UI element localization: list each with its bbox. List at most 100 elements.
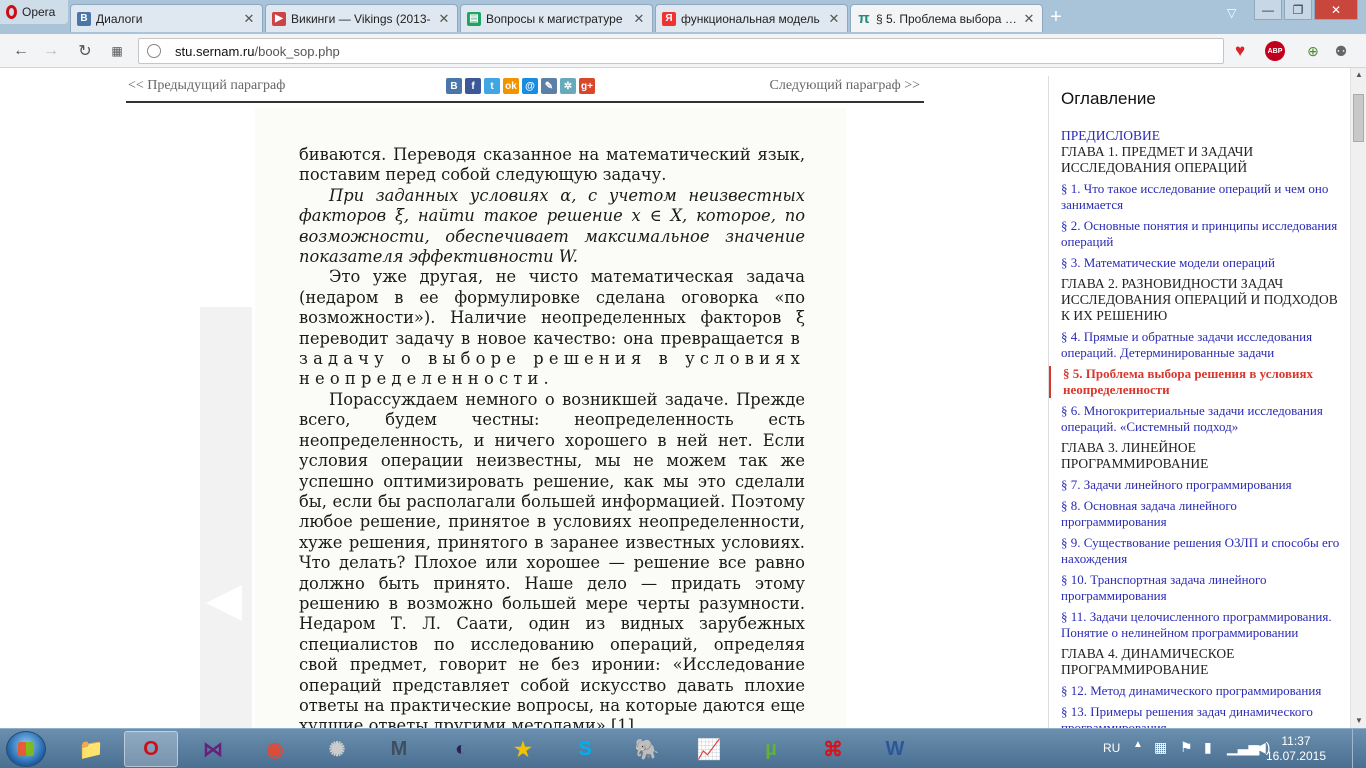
- start-button[interactable]: [6, 731, 46, 767]
- toc-link[interactable]: § 9. Существование решения ОЗЛП и способ…: [1061, 535, 1345, 567]
- toc-link[interactable]: § 7. Задачи линейного программирования: [1061, 477, 1345, 493]
- facebook-share-icon[interactable]: f: [465, 78, 481, 94]
- scan-paragraph-task: При заданных условиях α, с учетом неизве…: [299, 185, 805, 267]
- window-controls: — ❐ ✕: [1254, 0, 1358, 20]
- tab-close-icon[interactable]: ✕: [827, 11, 841, 27]
- toc-link[interactable]: § 10. Транспортная задача линейного прог…: [1061, 572, 1345, 604]
- adblock-icon[interactable]: ABP: [1264, 40, 1286, 62]
- adblock-badge: ABP: [1265, 41, 1285, 61]
- page-content: << Предыдущий параграф В f t ok @ ✎ ✲ g+…: [0, 68, 1366, 728]
- livejournal-share-icon[interactable]: ✎: [541, 78, 557, 94]
- mailru-share-icon[interactable]: @: [522, 78, 538, 94]
- address-bar: ← → ↻ ▦ stu.sernam.ru/book_sop.php ♥ ABP…: [0, 34, 1366, 68]
- toc-title: Оглавление: [1061, 89, 1156, 108]
- utorrent-icon[interactable]: µ: [744, 731, 798, 767]
- speed-dial-icon[interactable]: ▦: [106, 40, 128, 62]
- tab-close-icon[interactable]: ✕: [632, 11, 646, 27]
- close-window-icon[interactable]: ✕: [1314, 0, 1358, 20]
- system-clock[interactable]: 11:37 16.07.2015: [1266, 734, 1326, 764]
- tab-title: функциональная модель: [681, 11, 820, 26]
- chrome-icon[interactable]: ◉: [248, 731, 302, 767]
- sheets-icon: ▤: [467, 11, 481, 26]
- tab-close-icon[interactable]: ✕: [437, 11, 451, 27]
- chart-editor-icon[interactable]: 📈: [682, 731, 736, 767]
- download-icon[interactable]: ⊕: [1302, 40, 1324, 62]
- visual-studio-icon[interactable]: ⋈: [186, 731, 240, 767]
- acrobat-icon[interactable]: ⌘: [806, 731, 860, 767]
- liveinternet-share-icon[interactable]: ✲: [560, 78, 576, 94]
- paragraph-navigation: << Предыдущий параграф В f t ok @ ✎ ✲ g+…: [126, 76, 924, 103]
- scan-text-run: Это уже другая, не чисто математическая …: [299, 267, 805, 348]
- scroll-down-icon[interactable]: ▼: [1351, 714, 1366, 728]
- tab-questions[interactable]: ▤ Вопросы к магистратуре ✕: [460, 4, 653, 32]
- flag-icon[interactable]: ⚑: [1180, 739, 1193, 756]
- googleplus-share-icon[interactable]: g+: [579, 78, 595, 94]
- eclipse-icon[interactable]: ◐: [434, 731, 488, 767]
- vk-icon: В: [77, 11, 91, 26]
- opera-menu-button[interactable]: Opera: [0, 0, 68, 24]
- explorer-icon[interactable]: 📁: [64, 731, 118, 767]
- tab-menu-icon[interactable]: ▽: [1227, 6, 1245, 22]
- word-icon[interactable]: W: [868, 731, 922, 767]
- toc-link[interactable]: § 12. Метод динамического программирован…: [1061, 683, 1345, 699]
- tab-current-page[interactable]: π § 5. Проблема выбора ре ✕: [850, 4, 1043, 32]
- power-icon[interactable]: ▮: [1204, 739, 1212, 756]
- book-page-scan: биваются. Переводя сказанное на математи…: [255, 108, 846, 728]
- star-icon[interactable]: ★: [496, 731, 550, 767]
- vertical-scrollbar[interactable]: ▲ ▼: [1350, 68, 1366, 728]
- pi-icon: π: [858, 10, 870, 27]
- previous-page-panel[interactable]: [200, 307, 252, 728]
- new-tab-button[interactable]: +: [1046, 7, 1066, 27]
- toc-link[interactable]: § 1. Что такое исследование операций и ч…: [1061, 181, 1345, 213]
- toc-link[interactable]: § 2. Основные понятия и принципы исследо…: [1061, 218, 1345, 250]
- minimize-icon[interactable]: —: [1254, 0, 1282, 20]
- toc-link[interactable]: § 4. Прямые и обратные задачи исследован…: [1061, 329, 1345, 361]
- toc-chapter-heading: ГЛАВА 4. ДИНАМИЧЕСКОЕ ПРОГРАММИРОВАНИЕ: [1061, 646, 1235, 677]
- back-icon[interactable]: ←: [10, 40, 32, 62]
- extension-icon[interactable]: ⚉: [1330, 40, 1352, 62]
- tab-functional-model[interactable]: Я функциональная модель ✕: [655, 4, 848, 32]
- postgresql-icon[interactable]: 🐘: [620, 731, 674, 767]
- toc-chapter-heading: ГЛАВА 2. РАЗНОВИДНОСТИ ЗАДАЧ ИССЛЕДОВАНИ…: [1061, 276, 1338, 323]
- matlab-icon[interactable]: M: [372, 731, 426, 767]
- scan-paragraph: биваются. Переводя сказанное на математи…: [299, 145, 805, 185]
- scan-paragraph: Это уже другая, не чисто математическая …: [299, 267, 805, 389]
- toc-link[interactable]: ПРЕДИСЛОВИЕ: [1061, 128, 1345, 144]
- next-paragraph-link[interactable]: Следующий параграф >>: [770, 78, 920, 94]
- skype-icon[interactable]: S: [558, 731, 612, 767]
- tab-close-icon[interactable]: ✕: [1022, 11, 1036, 27]
- toc-link[interactable]: § 3. Математические модели операций: [1061, 255, 1345, 271]
- book-page-text: биваются. Переводя сказанное на математи…: [299, 145, 805, 728]
- toc-link[interactable]: § 8. Основная задача линейного программи…: [1061, 498, 1345, 530]
- toc-chapter-heading: ГЛАВА 1. ПРЕДМЕТ И ЗАДАЧИ ИССЛЕДОВАНИЯ О…: [1061, 144, 1254, 175]
- satellite-icon[interactable]: ✺: [310, 731, 364, 767]
- scrollbar-thumb[interactable]: [1353, 94, 1364, 142]
- forward-icon[interactable]: →: [40, 40, 62, 62]
- tab-close-icon[interactable]: ✕: [242, 11, 256, 27]
- reload-icon[interactable]: ↻: [74, 40, 96, 62]
- keyboard-language[interactable]: RU: [1103, 741, 1120, 755]
- site-info-icon[interactable]: [147, 44, 161, 58]
- action-center-icon[interactable]: ▦: [1154, 739, 1167, 756]
- toc-item-current[interactable]: § 5. Проблема выбора решения в условиях …: [1049, 366, 1345, 398]
- tab-dialogs[interactable]: В Диалоги ✕: [70, 4, 263, 32]
- scroll-up-icon[interactable]: ▲: [1351, 68, 1366, 82]
- tray-expand-icon[interactable]: ▲: [1133, 739, 1143, 750]
- maximize-icon[interactable]: ❐: [1284, 0, 1312, 20]
- opera-icon[interactable]: O: [124, 731, 178, 767]
- clock-time: 11:37: [1281, 734, 1311, 748]
- tab-vikings[interactable]: ▶ Викинги — Vikings (2013- ✕: [265, 4, 458, 32]
- vk-share-icon[interactable]: В: [446, 78, 462, 94]
- url-host: stu.sernam.ru: [175, 43, 255, 59]
- left-arrow-icon[interactable]: [206, 585, 242, 621]
- toc-link[interactable]: § 11. Задачи целочисленного программиров…: [1061, 609, 1345, 641]
- toc-link[interactable]: § 6. Многокритериальные задачи исследова…: [1061, 403, 1345, 435]
- url-field[interactable]: stu.sernam.ru/book_sop.php: [138, 38, 1224, 64]
- tab-title: Викинги — Vikings (2013-: [291, 11, 431, 26]
- show-desktop-button[interactable]: [1352, 729, 1366, 768]
- previous-paragraph-link[interactable]: << Предыдущий параграф: [128, 78, 285, 94]
- odnoklassniki-share-icon[interactable]: ok: [503, 78, 519, 94]
- bookmark-heart-icon[interactable]: ♥: [1229, 40, 1251, 62]
- toc-link[interactable]: § 13. Примеры решения задач динамическог…: [1061, 704, 1345, 728]
- twitter-share-icon[interactable]: t: [484, 78, 500, 94]
